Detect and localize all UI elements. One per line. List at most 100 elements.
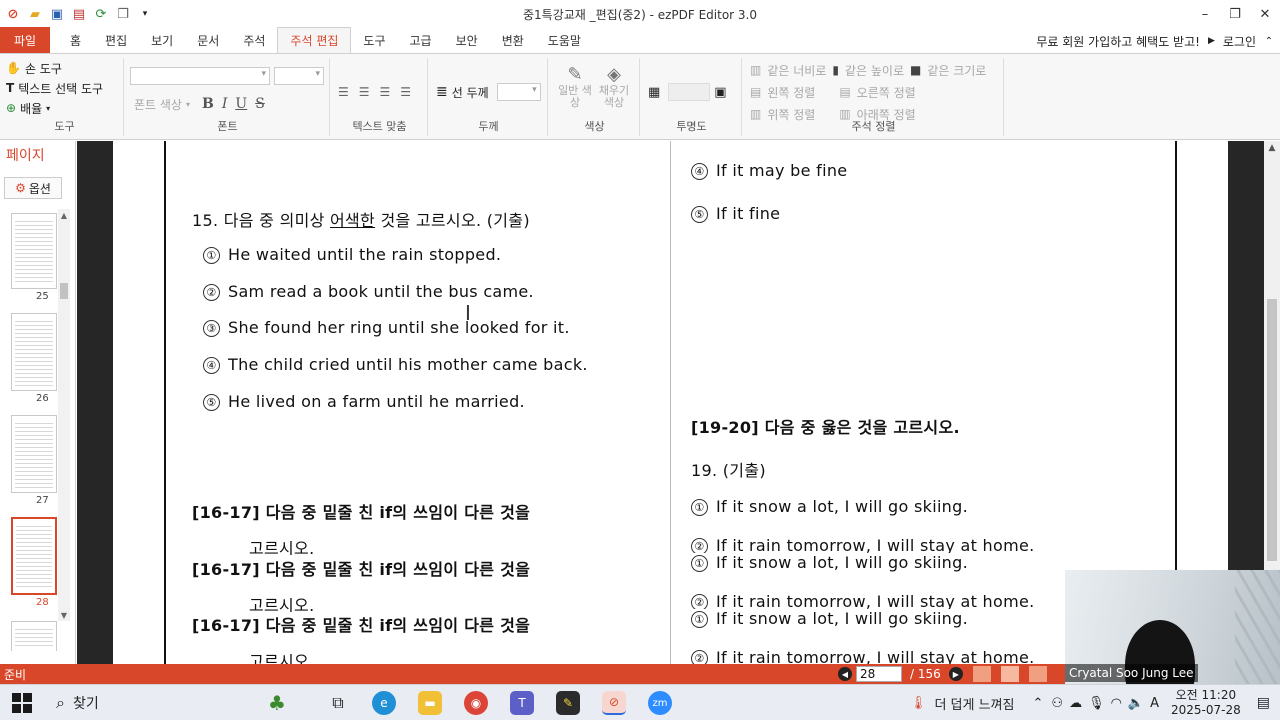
next-page-icon[interactable]: ▶ bbox=[948, 667, 963, 681]
strikethrough-button[interactable]: S bbox=[255, 96, 265, 112]
same-size-button[interactable]: 같은 크기로 bbox=[927, 62, 986, 79]
tab-annotation[interactable]: 주석 bbox=[231, 27, 277, 53]
facing-view-icon[interactable] bbox=[1028, 666, 1047, 682]
ribbon-collapse-icon[interactable]: ⌃ bbox=[1262, 34, 1276, 48]
font-color-button[interactable]: 폰트 색상 bbox=[134, 96, 182, 113]
page-thumbnail-29[interactable] bbox=[11, 621, 57, 651]
tab-help[interactable]: 도움말 bbox=[536, 27, 593, 53]
weather-text[interactable]: 더 덥게 느껴짐 bbox=[934, 694, 1014, 713]
list-item: ① If it snow a lot, I will go skiing. bbox=[691, 553, 1035, 572]
login-link[interactable]: 로그인 bbox=[1223, 33, 1256, 50]
plant-widget-icon[interactable]: ♣ bbox=[262, 691, 292, 715]
thumbnail-scrollbar[interactable]: ▲ ▼ bbox=[58, 209, 70, 621]
windows-start-icon[interactable] bbox=[12, 693, 32, 713]
page-thumbnail-26[interactable] bbox=[11, 313, 57, 391]
page-thumbnail-25[interactable] bbox=[11, 213, 57, 289]
cloud-icon[interactable]: ☁ bbox=[1069, 696, 1082, 711]
text-select-tool-button[interactable]: T 텍스트 선택 도구 bbox=[6, 78, 123, 98]
same-height-button[interactable]: 같은 높이로 bbox=[845, 62, 904, 79]
transparency-apply-icon[interactable]: ▣ bbox=[714, 85, 726, 100]
volume-icon[interactable]: 🔈 bbox=[1128, 696, 1144, 711]
align-left-icon[interactable]: ☰ bbox=[338, 85, 349, 99]
options-label: 옵션 bbox=[28, 181, 51, 196]
page-thumbnail-28[interactable] bbox=[11, 517, 57, 595]
notification-icon[interactable]: ▤ bbox=[1257, 695, 1270, 711]
edge-browser-icon[interactable]: e bbox=[372, 691, 396, 715]
refresh-icon[interactable]: ⟳ bbox=[92, 5, 110, 23]
tab-document[interactable]: 문서 bbox=[185, 27, 231, 53]
hand-tool-button[interactable]: ✋ 손 도구 bbox=[6, 58, 123, 78]
scroll-thumb[interactable] bbox=[60, 283, 68, 299]
group-thickness: ≣ 선 두께 두께 bbox=[430, 58, 548, 136]
tab-file[interactable]: 파일 bbox=[0, 27, 50, 53]
align-left-button[interactable]: 왼쪽 정렬 bbox=[767, 84, 815, 101]
fill-color-button[interactable]: ◈ 채우기 색상 bbox=[596, 64, 632, 109]
page-thumbnail-27[interactable] bbox=[11, 415, 57, 493]
tab-tools[interactable]: 도구 bbox=[351, 27, 397, 53]
bold-button[interactable]: B bbox=[202, 96, 214, 112]
taskbar-search[interactable]: ⌕ 찾기 bbox=[50, 689, 250, 717]
sticky-notes-icon[interactable]: ✎ bbox=[556, 691, 580, 715]
promo-link[interactable]: 무료 회원 가입하고 혜택도 받고! bbox=[1036, 33, 1200, 50]
font-name-select[interactable] bbox=[130, 67, 270, 85]
wifi-icon[interactable]: ◠ bbox=[1111, 696, 1122, 711]
line-thickness-select[interactable] bbox=[496, 83, 541, 101]
pdf-page[interactable]: 15. 다음 중 의미상 어색한 것을 고르시오. (기출) ① He waite… bbox=[113, 141, 1228, 664]
align-right-icon[interactable]: ☰ bbox=[380, 85, 391, 99]
choice-text: If it snow a lot, I will go skiing. bbox=[716, 497, 968, 516]
save-icon[interactable]: ▣ bbox=[48, 5, 66, 23]
chevron-up-icon[interactable]: ⌃ bbox=[1033, 696, 1044, 711]
choice-number: ② bbox=[203, 284, 220, 301]
single-page-view-icon[interactable] bbox=[972, 666, 991, 682]
print-icon[interactable]: ▤ bbox=[70, 5, 88, 23]
open-folder-icon[interactable]: ▰ bbox=[26, 5, 44, 23]
video-call-overlay[interactable]: Cryatal Soo Jung Lee bbox=[1065, 570, 1280, 688]
page-number-input[interactable] bbox=[856, 666, 902, 682]
list-item: ③ She found her ring until she looked for… bbox=[203, 318, 570, 337]
clock[interactable]: 오전 11:20 2025-07-28 bbox=[1171, 688, 1241, 718]
continuous-view-icon[interactable] bbox=[1000, 666, 1019, 682]
teams-icon[interactable]: T bbox=[510, 691, 534, 715]
ezpdf-taskbar-icon[interactable]: ⊘ bbox=[602, 691, 626, 715]
pages-panel-title: 페이지 bbox=[6, 148, 45, 164]
scroll-up-icon[interactable]: ▲ bbox=[58, 209, 70, 221]
align-justify-icon[interactable]: ☰ bbox=[400, 85, 411, 99]
tab-security[interactable]: 보안 bbox=[444, 27, 490, 53]
tab-annotation-edit[interactable]: 주석 편집 bbox=[277, 27, 352, 53]
close-button[interactable]: ✕ bbox=[1250, 0, 1280, 28]
restore-button[interactable]: ❐ bbox=[1220, 0, 1250, 28]
choice-number: ① bbox=[203, 247, 220, 264]
task-view-icon[interactable]: ⧉ bbox=[326, 691, 350, 715]
prev-page-icon[interactable]: ◀ bbox=[838, 667, 852, 681]
align-right-button[interactable]: 오른쪽 정렬 bbox=[857, 84, 916, 101]
text-select-label: 텍스트 선택 도구 bbox=[18, 81, 104, 96]
tab-advanced[interactable]: 고급 bbox=[398, 27, 444, 53]
italic-button[interactable]: I bbox=[222, 96, 228, 112]
ime-indicator[interactable]: A bbox=[1150, 696, 1159, 711]
tab-home[interactable]: 홈 bbox=[58, 27, 93, 53]
scroll-up-icon[interactable]: ▲ bbox=[1264, 141, 1280, 155]
page-icon[interactable]: ❐ bbox=[114, 5, 132, 23]
zoom-app-icon[interactable]: zm bbox=[648, 691, 672, 715]
minimize-button[interactable]: – bbox=[1190, 0, 1220, 28]
tab-edit[interactable]: 편집 bbox=[93, 27, 139, 53]
same-width-button[interactable]: 같은 너비로 bbox=[767, 62, 826, 79]
tab-view[interactable]: 보기 bbox=[139, 27, 185, 53]
scroll-down-icon[interactable]: ▼ bbox=[58, 609, 70, 621]
network-icon[interactable]: ⚇ bbox=[1051, 696, 1063, 711]
font-size-select[interactable] bbox=[274, 67, 324, 85]
zoom-button[interactable]: ⊕ 배율 ▾ bbox=[6, 98, 123, 118]
zoom-icon: ⊕ bbox=[6, 101, 17, 115]
chevron-down-icon[interactable]: ▾ bbox=[136, 5, 154, 23]
general-color-button[interactable]: ✎ 일반 색상 bbox=[558, 64, 592, 109]
question-19-20-title: [19-20] 다음 중 옳은 것을 고르시오. bbox=[691, 418, 960, 437]
file-explorer-icon[interactable]: ▬ bbox=[418, 691, 442, 715]
tab-convert[interactable]: 변환 bbox=[490, 27, 536, 53]
transparency-slider[interactable] bbox=[668, 83, 711, 101]
chrome-icon[interactable]: ◉ bbox=[464, 691, 488, 715]
underline-button[interactable]: U bbox=[235, 96, 247, 112]
options-button[interactable]: ⚙ 옵션 bbox=[4, 177, 62, 199]
microphone-icon[interactable]: 🎙 bbox=[1088, 696, 1105, 711]
scroll-thumb[interactable] bbox=[1267, 299, 1277, 561]
align-center-icon[interactable]: ☰ bbox=[359, 85, 370, 99]
